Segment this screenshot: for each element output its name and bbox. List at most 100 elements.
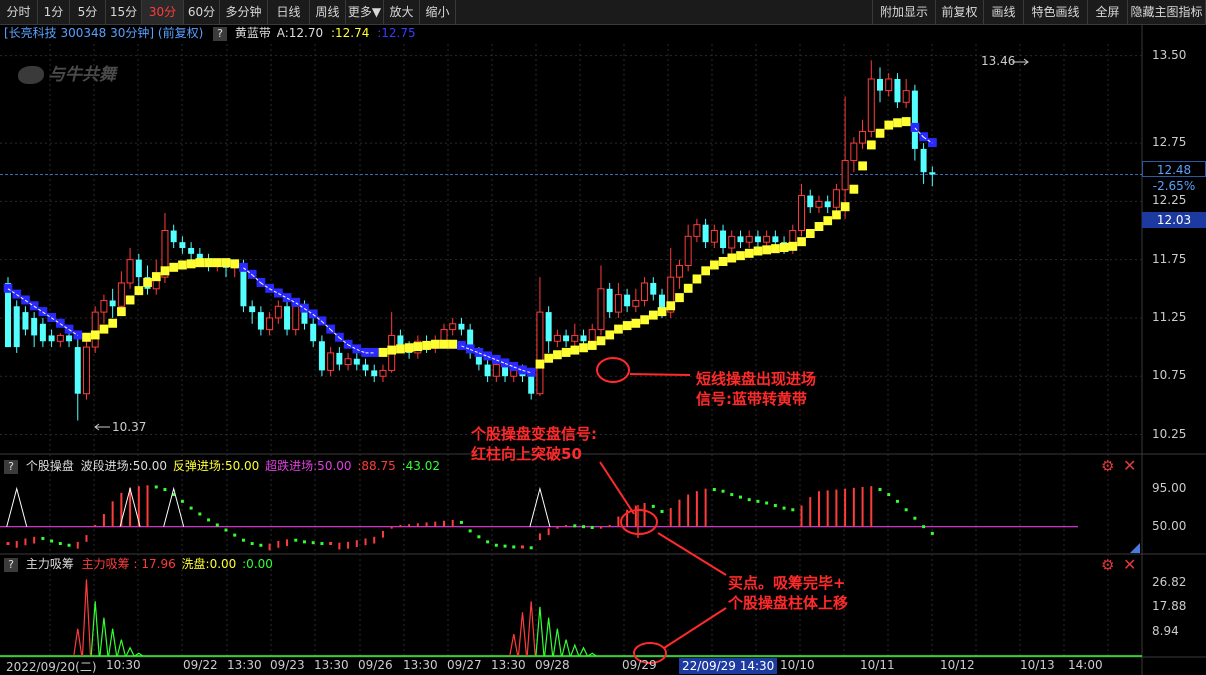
- candle-body: [109, 300, 116, 307]
- osc-dot: [721, 489, 725, 493]
- candle-body: [553, 334, 561, 342]
- candle-body: [902, 90, 910, 103]
- osc-dot: [320, 542, 324, 546]
- band-segment: [82, 332, 91, 342]
- oscillator-series: [6, 485, 1140, 553]
- chip-spike: [73, 628, 83, 657]
- osc-bar: [408, 524, 411, 527]
- band-segment: [387, 345, 397, 355]
- band-segment: [212, 258, 222, 268]
- osc-dot: [468, 529, 472, 533]
- candlestick-series: [5, 60, 936, 421]
- osc-bar: [704, 488, 707, 527]
- osc-dot: [198, 512, 202, 516]
- osc-bar: [617, 516, 620, 527]
- candle-body: [720, 230, 727, 248]
- osc-dot: [895, 499, 899, 503]
- band-segment: [875, 128, 885, 138]
- chip-spike: [125, 646, 135, 657]
- band-segment: [230, 259, 240, 269]
- chip-spike: [535, 606, 545, 657]
- osc-dot: [163, 488, 167, 492]
- osc-bar: [33, 536, 36, 544]
- osc-dot: [259, 543, 263, 547]
- candle-body: [74, 347, 81, 394]
- chip-close-icon[interactable]: ✕: [1123, 555, 1136, 574]
- candle-body: [284, 306, 291, 330]
- band-segment: [779, 243, 789, 252]
- time-tick-label: 13:30: [314, 658, 349, 672]
- osc-bar: [416, 523, 419, 527]
- osc-bar: [556, 526, 559, 529]
- osc-bar: [826, 490, 829, 527]
- band-segment: [186, 259, 196, 269]
- osc-bar: [390, 526, 393, 529]
- band-segment: [631, 318, 641, 328]
- chip-help-button[interactable]: ?: [4, 557, 18, 572]
- chip-series: [0, 579, 1142, 657]
- band-segment: [683, 283, 693, 293]
- osc-bar: [669, 508, 672, 527]
- candle-body: [31, 317, 38, 336]
- candle-body: [249, 306, 256, 313]
- candle-body: [824, 201, 831, 208]
- oscillator-oversold: 超跌进场:50.00: [265, 459, 352, 473]
- oscillator-settings-icon[interactable]: ⚙: [1101, 457, 1114, 475]
- oscillator-close-icon[interactable]: ✕: [1123, 456, 1136, 475]
- candle-body: [257, 312, 264, 330]
- osc-bar: [268, 543, 271, 551]
- band-segment: [866, 140, 876, 150]
- chip-main-label: 主力吸筹 :: [81, 557, 138, 571]
- band-segment: [99, 324, 109, 334]
- candle-body: [798, 195, 806, 232]
- chip-settings-icon[interactable]: ⚙: [1101, 556, 1114, 574]
- osc-bar: [373, 536, 376, 544]
- band-segment: [884, 120, 894, 130]
- candle-body: [929, 172, 936, 175]
- last-change-tag: -2.65%: [1152, 179, 1196, 193]
- candle-body: [641, 282, 649, 301]
- osc-bar: [687, 494, 690, 527]
- buy-point-pointer-lower: [663, 607, 727, 649]
- candle-body: [841, 160, 849, 191]
- band-segment: [762, 245, 772, 255]
- candle-body: [614, 294, 622, 313]
- band-segment: [692, 274, 702, 284]
- annotation-change-line-2: 红柱向上突破50: [471, 445, 582, 463]
- time-tick-label: 10/12: [940, 658, 975, 672]
- osc-bar: [85, 535, 88, 542]
- candle-body: [745, 235, 753, 243]
- osc-bar: [102, 514, 105, 527]
- candle-body: [650, 282, 657, 295]
- band-segment: [753, 246, 763, 256]
- osc-bar: [835, 489, 838, 527]
- osc-dot: [58, 542, 62, 546]
- candle-body: [754, 236, 761, 243]
- osc-bar: [146, 485, 149, 527]
- band-segment: [221, 258, 231, 268]
- oscillator-help-button[interactable]: ?: [4, 459, 18, 474]
- osc-bar: [800, 505, 803, 527]
- chip-spike: [517, 612, 528, 657]
- time-tick-label: 09/22: [183, 658, 218, 672]
- candle-body: [571, 334, 579, 342]
- band-segment: [797, 237, 806, 247]
- candle-body: [885, 78, 893, 92]
- osc-bar: [76, 541, 79, 549]
- annotation-change-signal: 个股操盘变盘信号: 红柱向上突破50: [471, 424, 597, 464]
- osc-bar: [538, 533, 541, 541]
- time-tick-label: 14:00: [1068, 658, 1103, 672]
- osc-dot: [791, 508, 795, 512]
- band-segment: [3, 283, 13, 293]
- chip-tick-label: 26.82: [1152, 574, 1187, 589]
- candle-body: [274, 305, 282, 319]
- band-segment: [160, 266, 170, 276]
- band-segment: [195, 258, 205, 268]
- osc-dot: [878, 488, 882, 492]
- last-price-tag: 12.48: [1142, 161, 1206, 177]
- osc-dot: [329, 542, 333, 546]
- osc-dot: [477, 535, 481, 539]
- oscillator-tick-label: 95.00: [1152, 480, 1187, 495]
- chip-spike: [81, 579, 92, 657]
- candle-body: [440, 329, 448, 342]
